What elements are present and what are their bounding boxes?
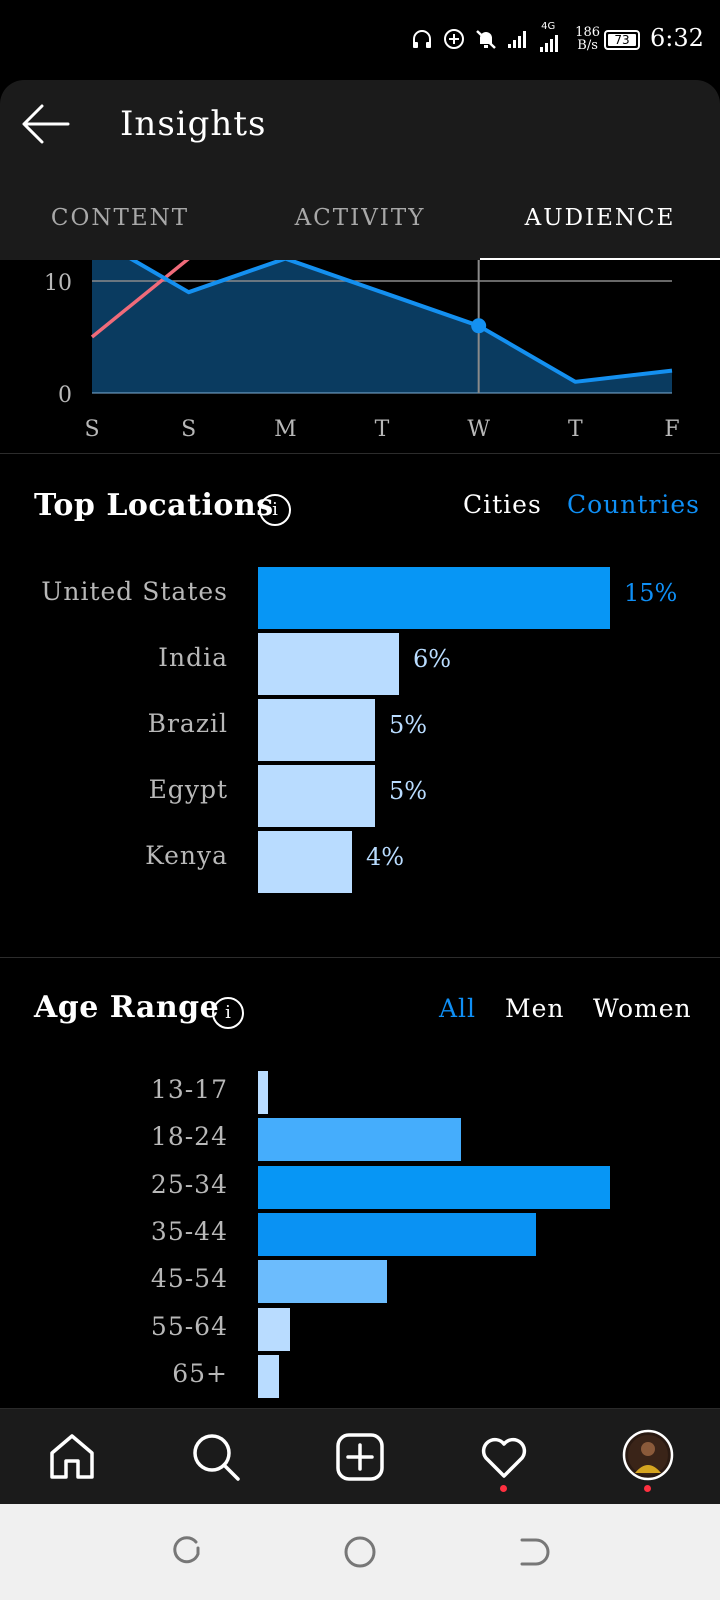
location-bar [258, 765, 375, 827]
location-label: Egypt [148, 775, 228, 804]
filter-all[interactable]: All [439, 994, 476, 1023]
recent-apps-button[interactable] [168, 1534, 204, 1570]
home-button[interactable] [46, 1431, 98, 1483]
location-percentage: 6% [413, 645, 452, 673]
tab-activity[interactable]: ACTIVITY [240, 176, 480, 260]
age-range-label: 13-17 [150, 1075, 228, 1104]
create-post-button[interactable] [334, 1431, 386, 1483]
back-button[interactable] [20, 102, 72, 146]
age-range-label: 45-54 [150, 1264, 228, 1293]
x-tick-label: S [181, 417, 196, 442]
signal-icon [508, 31, 527, 48]
bottom-navigation [0, 1408, 720, 1504]
age-range-label: 25-34 [150, 1170, 228, 1199]
x-tick-label: M [274, 417, 297, 442]
x-tick-label: F [664, 417, 679, 442]
chart-svg: 0 10 S S M T W T F [44, 234, 680, 442]
profile-avatar [622, 1429, 674, 1481]
mute-notification-icon [476, 30, 497, 49]
profile-button[interactable] [622, 1429, 674, 1481]
location-label: United States [41, 577, 228, 606]
x-tick-label: S [84, 417, 99, 442]
y-tick-label: 10 [44, 271, 72, 296]
activity-heart-icon [481, 1437, 527, 1478]
network-speed: 186 B/s [575, 26, 600, 52]
filter-women[interactable]: Women [593, 994, 692, 1023]
location-percentage: 4% [366, 843, 405, 871]
add-post-icon [336, 1433, 384, 1481]
info-icon[interactable]: i [212, 997, 244, 1029]
age-range-bar [258, 1166, 610, 1209]
headphones-icon [413, 30, 432, 48]
page-title: Insights [120, 104, 267, 144]
followers-activity-chart: 0 10 S S M T W T F [0, 234, 720, 455]
location-bar [258, 699, 375, 761]
location-bar [258, 567, 610, 629]
age-range-label: 35-44 [150, 1217, 228, 1246]
recent-apps-icon [173, 1536, 200, 1564]
filter-cities[interactable]: Cities [463, 490, 542, 519]
age-range-bar [258, 1118, 461, 1161]
tab-bar: CONTENT ACTIVITY AUDIENCE [0, 176, 720, 260]
age-range-bar [258, 1260, 387, 1303]
filter-men[interactable]: Men [505, 994, 565, 1023]
age-range-bar [258, 1308, 290, 1351]
age-range-label: 18-24 [150, 1122, 228, 1151]
back-system-button[interactable] [516, 1534, 552, 1570]
status-icons: 4G 186 B/s [411, 21, 600, 54]
filter-countries[interactable]: Countries [567, 490, 700, 519]
x-tick-label: W [467, 417, 490, 442]
system-navigation [0, 1504, 720, 1600]
location-label: Kenya [145, 841, 228, 870]
network-4g-icon: 4G [539, 21, 565, 53]
x-tick-label: T [568, 417, 583, 442]
highlight-point [471, 318, 487, 334]
section-divider [0, 957, 720, 958]
search-button[interactable] [190, 1431, 242, 1483]
section-divider [0, 453, 720, 454]
home-icon [50, 1434, 94, 1479]
age-range-label: 65+ [172, 1359, 228, 1388]
location-label: Brazil [147, 709, 228, 738]
age-range-bar [258, 1213, 536, 1256]
profile-notification-dot [644, 1485, 651, 1492]
network-type: 4G [541, 21, 556, 32]
top-locations-title: Top Locations [34, 488, 274, 523]
age-range-title: Age Range [34, 990, 220, 1025]
speed-unit: B/s [577, 38, 598, 53]
back-system-icon [520, 1538, 550, 1566]
status-bar: 4G 186 B/s 73 6:32 [0, 0, 720, 80]
age-range-label: 55-64 [150, 1312, 228, 1341]
age-range-bar [258, 1071, 268, 1114]
home-system-button[interactable] [342, 1534, 378, 1570]
activity-button[interactable] [478, 1431, 530, 1483]
home-circle-icon [344, 1536, 376, 1568]
age-range-bar [258, 1355, 279, 1398]
location-percentage: 5% [389, 711, 428, 739]
battery-icon: 73 [604, 30, 640, 50]
location-percentage: 5% [389, 777, 428, 805]
chart-area-fill [92, 236, 672, 393]
data-saver-icon [444, 29, 465, 49]
info-icon[interactable]: i [259, 494, 291, 526]
back-arrow-icon [22, 104, 70, 144]
clock: 6:32 [650, 24, 704, 52]
tab-content[interactable]: CONTENT [0, 176, 240, 260]
y-tick-label: 0 [58, 383, 72, 408]
x-tick-label: T [375, 417, 390, 442]
insights-header: Insights CONTENT ACTIVITY AUDIENCE [0, 80, 720, 260]
location-bar [258, 831, 352, 893]
activity-notification-dot [500, 1485, 507, 1492]
location-label: India [158, 643, 228, 672]
location-bar [258, 633, 399, 695]
location-percentage: 15% [624, 579, 678, 607]
battery-level: 73 [608, 33, 636, 47]
tab-audience[interactable]: AUDIENCE [480, 176, 720, 260]
search-icon [193, 1434, 240, 1481]
